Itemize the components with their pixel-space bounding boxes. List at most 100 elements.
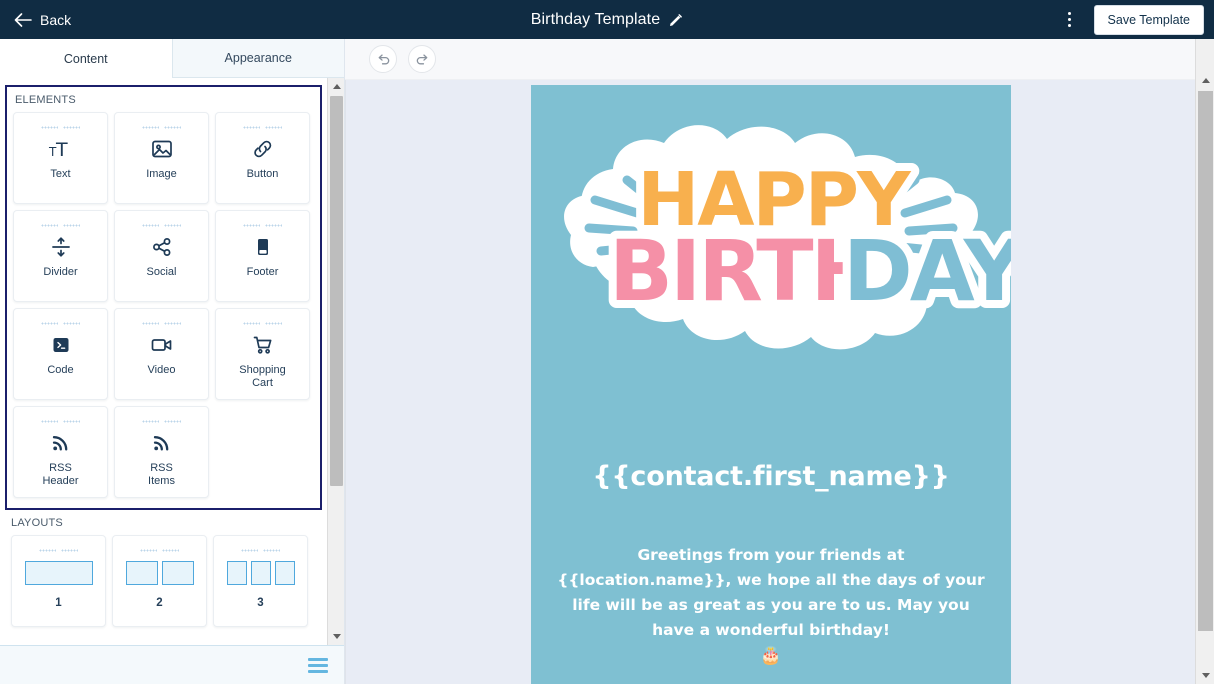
undo-icon[interactable] [369,45,397,73]
divider-icon [50,235,72,259]
canvas-scrollbar[interactable] [1195,39,1214,684]
layout-preview [125,561,194,585]
element-card-shopping-cart[interactable]: Shopping Cart [215,308,310,400]
sidebar-panel: ELEMENTS T T Text Image Button Divider Social F… [0,78,327,645]
link-icon [251,137,275,161]
back-arrow-icon [14,12,32,27]
happy-birthday-artwork: HAPPY BIRTH DAY [564,125,1011,350]
happy-birthday-banner[interactable]: HAPPY BIRTH DAY [531,85,1011,355]
drag-handle-icon[interactable] [39,549,78,552]
layout-card-3[interactable]: 3 [213,535,308,627]
element-card-text[interactable]: T T Text [13,112,108,204]
kebab-dot [1068,24,1072,27]
pencil-icon[interactable] [669,13,683,27]
element-card-button[interactable]: Button [215,112,310,204]
layout-card-1[interactable]: 1 [11,535,106,627]
back-button[interactable]: Back [14,12,71,28]
email-heading[interactable]: {{contact.first_name}} [531,461,1011,492]
element-card-label: Footer [246,266,279,278]
layout-card-label: 2 [156,597,163,609]
drag-handle-icon[interactable] [243,224,282,227]
video-icon [150,333,174,357]
drag-handle-icon[interactable] [243,322,282,325]
redo-icon[interactable] [408,45,436,73]
element-card-label: Code [47,364,74,376]
layouts-grid: 1 2 3 [0,535,327,627]
element-card-label: Video [147,364,176,376]
scroll-up-arrow-icon[interactable] [328,78,345,95]
page-title: Birthday Template [530,10,661,28]
drag-handle-icon[interactable] [41,224,80,227]
elements-grid: T T Text Image Button Divider Social Footer Code… [13,112,314,498]
element-card-divider[interactable]: Divider [13,210,108,302]
svg-text:T: T [55,139,68,160]
svg-text:BIRTH: BIRTH [609,222,878,320]
scroll-down-arrow-icon[interactable] [328,628,345,645]
top-bar: Back Birthday Template Save Template [0,0,1214,39]
element-card-label: Shopping Cart [239,364,286,389]
top-bar-actions: Save Template [1060,0,1204,39]
left-sidebar: Content Appearance ELEMENTS T T Text Image B… [0,39,345,684]
layouts-section-label: LAYOUTS [11,517,63,529]
element-card-label: Image [146,168,177,180]
layout-card-label: 3 [257,597,264,609]
layout-preview [24,561,93,585]
text-icon: TT [48,137,74,161]
sidebar-bottom-bar [0,645,344,684]
element-card-image[interactable]: Image [114,112,209,204]
canvas-scrollbar-thumb[interactable] [1198,91,1213,631]
drag-handle-icon[interactable] [243,126,282,129]
element-card-footer[interactable]: Footer [215,210,310,302]
elements-section-label: ELEMENTS [15,94,76,106]
element-card-label: Divider [43,266,78,278]
drag-handle-icon[interactable] [142,322,181,325]
canvas-toolbar [345,39,1195,80]
footer-icon [252,235,274,259]
kebab-dot [1068,18,1072,21]
code-icon [50,333,72,357]
drag-handle-icon[interactable] [142,126,181,129]
email-body-text[interactable]: Greetings from your friends at {{locatio… [531,543,1011,643]
email-template-builder: Back Birthday Template Save Template Con… [0,0,1214,684]
element-card-social[interactable]: Social [114,210,209,302]
scroll-down-arrow-icon[interactable] [1196,667,1214,684]
element-card-label: Button [246,168,279,180]
element-card-label: Text [50,168,71,180]
tab-appearance[interactable]: Appearance [171,39,344,78]
drag-handle-icon[interactable] [41,126,80,129]
kebab-dot [1068,12,1072,15]
element-card-label: Social [146,266,177,278]
svg-text:DAY: DAY [843,222,1011,320]
tab-content[interactable]: Content [0,39,172,78]
hamburger-line [308,669,328,673]
template-title-wrap: Birthday Template [0,0,1214,39]
hamburger-icon[interactable] [308,657,328,673]
sidebar-scrollbar-thumb[interactable] [330,96,343,486]
element-card-rss-items[interactable]: RSS Items [114,406,209,498]
element-card-label: RSS Items [148,462,175,487]
scroll-up-arrow-icon[interactable] [1196,72,1214,89]
back-button-label: Back [40,11,72,28]
layout-card-label: 1 [55,597,62,609]
drag-handle-icon[interactable] [142,420,181,423]
hamburger-line [308,663,328,667]
layout-preview [226,561,295,585]
drag-handle-icon[interactable] [41,322,80,325]
drag-handle-icon[interactable] [140,549,179,552]
sidebar-scrollbar[interactable] [327,78,344,645]
layout-card-2[interactable]: 2 [112,535,207,627]
drag-handle-icon[interactable] [241,549,280,552]
rss-icon [151,431,173,455]
kebab-menu-icon[interactable] [1060,9,1080,31]
cake-emoji-icon: 🎂 [760,646,782,665]
element-card-rss-header[interactable]: RSS Header [13,406,108,498]
drag-handle-icon[interactable] [41,420,80,423]
email-preview[interactable]: HAPPY BIRTH DAY {{contact.first_name}} G… [531,85,1011,684]
save-template-button[interactable]: Save Template [1093,4,1204,35]
drag-handle-icon[interactable] [142,224,181,227]
element-card-video[interactable]: Video [114,308,209,400]
shopping-cart-icon [252,333,274,357]
hamburger-line [308,657,328,661]
element-card-code[interactable]: Code [13,308,108,400]
image-icon [151,137,173,161]
